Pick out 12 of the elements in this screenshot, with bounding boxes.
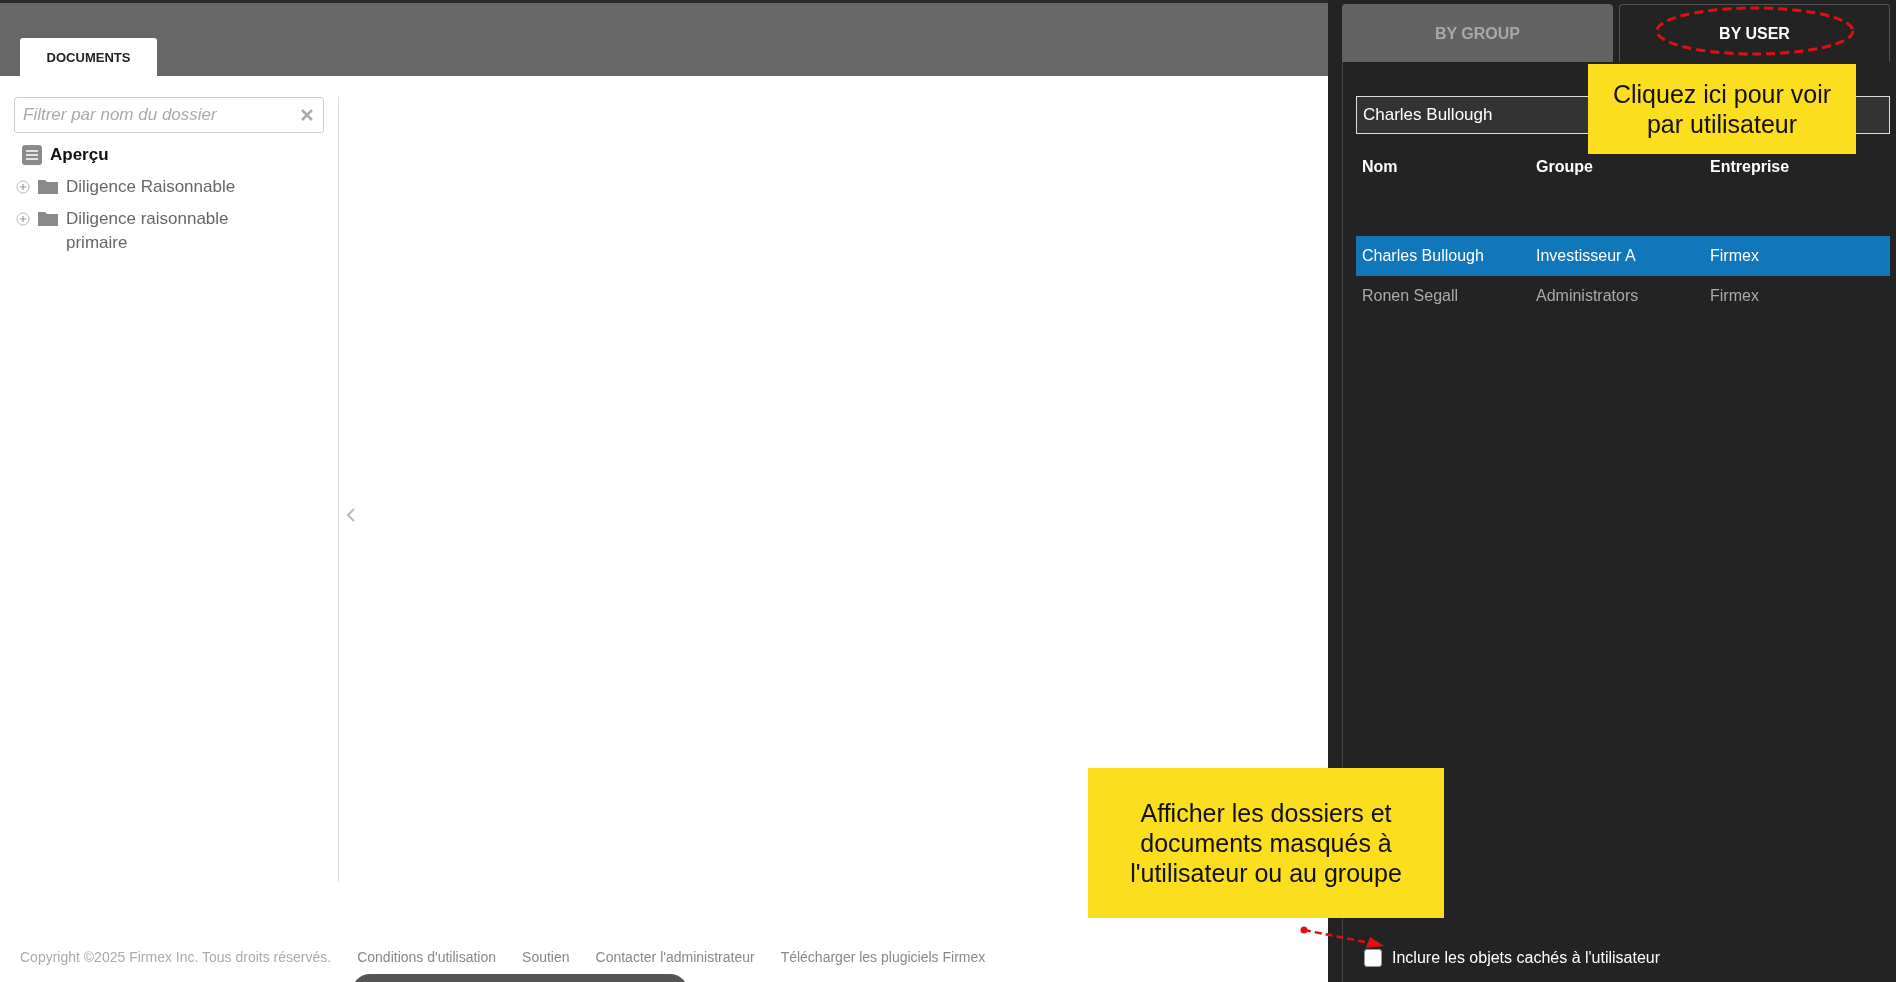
hint-tooltip: Afficher les dossiers et documents masqués à l'utilisateur ou au groupe	[1088, 768, 1444, 918]
table-cell-text: Ronen Segall	[1362, 287, 1460, 305]
table-cell-text: Charles Bullough	[1362, 247, 1485, 265]
column-header: Nom	[1362, 158, 1399, 176]
table-cell-text: Administrators	[1536, 287, 1640, 305]
table-cell-text: Investisseur A	[1536, 247, 1637, 265]
table-cell-text: Firmex	[1710, 247, 1760, 265]
hint-tooltip: Cliquez ici pour voir par utilisateur	[1588, 64, 1856, 154]
column-header: Groupe	[1536, 158, 1594, 176]
copyright-text: Copyright ©2025 Firmex Inc. Tous droits réservés.	[20, 949, 332, 965]
table-cell-text: Firmex	[1710, 287, 1760, 305]
column-header: Entreprise	[1710, 158, 1791, 176]
